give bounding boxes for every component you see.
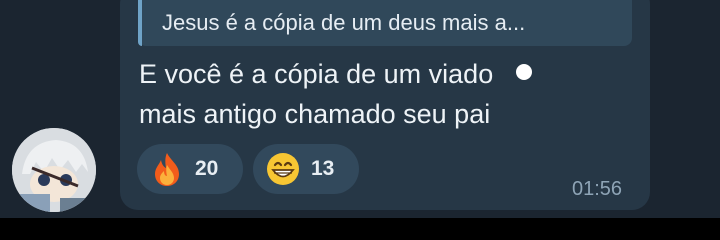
message-text-line-1: E você é a cópia de um viado	[139, 59, 494, 89]
reaction-grin-count: 13	[311, 157, 335, 180]
message-text-line-2: mais antigo chamado seu pai	[139, 99, 491, 129]
reply-accent-bar	[138, 0, 142, 46]
sender-avatar[interactable]	[12, 128, 96, 212]
message-timestamp: 01:56	[572, 178, 623, 200]
bottom-edge	[0, 218, 720, 240]
touch-indicator	[516, 64, 532, 80]
reaction-grin[interactable]: 13	[253, 144, 359, 194]
reply-preview[interactable]: Jesus é a cópia de um deus mais a...	[138, 0, 632, 46]
fire-icon	[155, 153, 179, 186]
reaction-fire[interactable]: 20	[137, 144, 243, 194]
reply-preview-text: Jesus é a cópia de um deus mais a...	[162, 10, 526, 35]
avatar-character-icon	[12, 128, 96, 212]
reaction-fire-count: 20	[195, 157, 219, 180]
grinning-face-icon	[267, 153, 299, 185]
